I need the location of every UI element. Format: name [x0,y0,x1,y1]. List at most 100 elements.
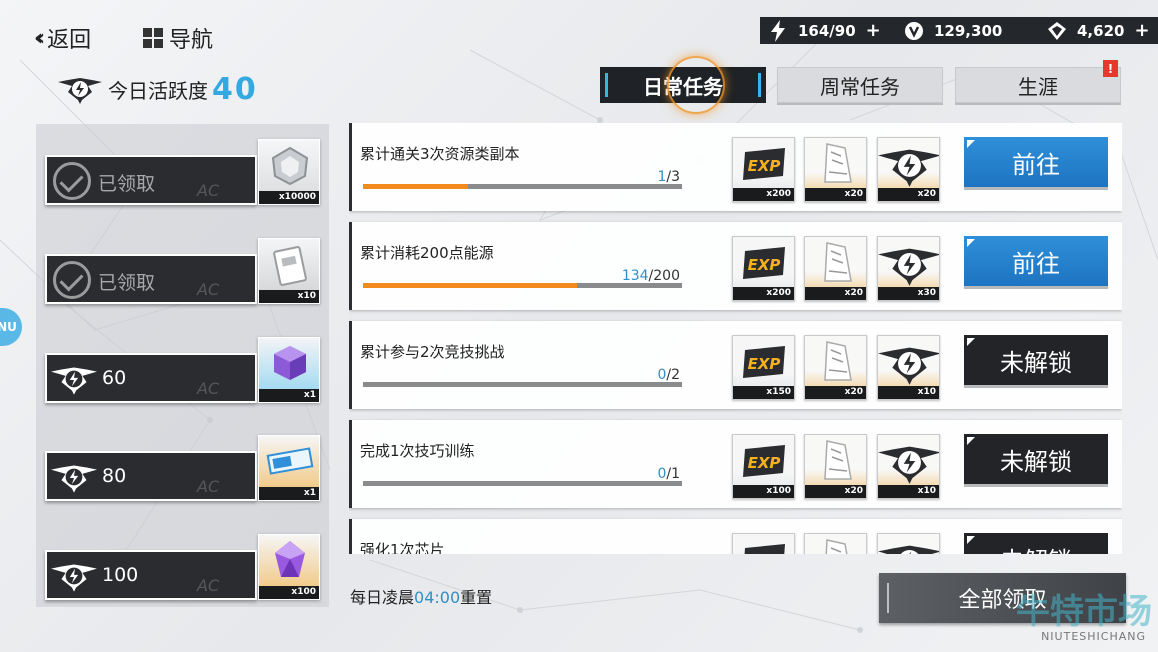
exp-card-icon[interactable]: EXP x200 [732,137,795,202]
exp-card-icon[interactable]: EXP [732,533,795,554]
chip-card-icon[interactable]: x20 [804,335,867,400]
activity-wing-icon [51,465,97,493]
reward-qty: x20 [805,386,866,399]
energy-bolt-icon [768,19,788,42]
go-button[interactable]: 前往 [964,236,1108,286]
reward-qty: x10 [259,290,319,303]
back-button[interactable]: ‹‹ 返回 [34,22,91,54]
locked-button[interactable]: 未解锁 [964,434,1108,484]
reset-time: 04:00 [414,588,461,607]
milestone-claimed-label: 已领取 [98,173,156,195]
task-progress-bar [363,283,682,288]
locked-button[interactable]: 未解锁 [964,533,1108,554]
diamond-plus-button[interactable]: + [1134,20,1149,41]
reward-qty: x10 [878,386,939,399]
grid-icon [143,28,163,48]
task-progress-total: /3 [666,169,680,185]
chip-card-icon[interactable]: x20 [804,236,867,301]
watermark-subtext: NIUTESHICHANG [1041,630,1146,643]
activity-label: 今日活跃度 [108,79,208,103]
task-progress-current: 134 [621,268,649,284]
reset-prefix: 每日凌晨 [350,588,415,607]
task-progress-total: /200 [648,268,680,284]
energy-value: 164/90 [798,21,856,40]
activity-wing-icon[interactable]: x30 [877,236,940,301]
reset-notice: 每日凌晨04:00重置 [350,584,492,608]
reward-qty: x100 [259,586,319,599]
task-progress-total: /2 [666,367,680,383]
tab-career[interactable]: 生涯 ! [955,60,1121,103]
task-progress-fill [363,184,469,189]
reward-qty: x1 [259,487,319,500]
purple-crystal-icon[interactable]: x100 [258,534,320,600]
locked-button[interactable]: 未解锁 [964,335,1108,385]
task-row: 累计参与2次竞技挑战 0/2 EXP x150 x20 x10 未解锁 [349,321,1122,409]
nav-button[interactable]: 导航 [143,22,213,54]
reward-qty: x200 [733,287,794,300]
tutorial-highlight-ring [667,56,725,114]
task-row: 强化1次芯片 EXP 未解锁 [349,519,1122,554]
task-progress-fill [363,283,577,288]
milestone-bar: 80 AC [45,451,257,501]
energy-plus-button[interactable]: + [866,20,881,41]
reward-qty: x20 [805,287,866,300]
task-list[interactable]: 累计通关3次资源类副本 1/3 EXP x200 x20 x20 前往 累计消耗200点能源 1… [349,123,1122,554]
milestone-item[interactable]: 已领取 AC x10 [45,238,321,304]
silver-medal-icon[interactable]: x10000 [258,139,320,205]
tab-weekly[interactable]: 周常任务 [777,67,943,103]
check-circle-icon [53,162,91,200]
coin-counter[interactable]: 129,300 [896,17,1039,44]
ticket-icon[interactable]: x1 [258,435,320,501]
milestone-item[interactable]: 已领取 AC x10000 [45,139,321,205]
task-title: 强化1次芯片 [360,541,445,554]
milestone-bar: 60 AC [45,353,257,403]
diamond-counter[interactable]: 4,620 + [1039,17,1158,44]
reward-qty: x20 [805,485,866,498]
milestone-item[interactable]: 80 AC x1 [45,435,321,501]
milestone-item[interactable]: 100 AC x100 [45,534,321,600]
exp-card-icon[interactable]: EXP x100 [732,434,795,499]
svg-text:EXP: EXP [748,454,781,472]
energy-counter[interactable]: 164/90 + [760,17,900,44]
reward-qty: x20 [878,188,939,201]
task-row: 完成1次技巧训练 0/1 EXP x100 x20 x10 未解锁 [349,420,1122,508]
double-chevron-left-icon: ‹‹ [34,25,45,51]
activity-value: 40 [212,72,258,107]
back-label: 返回 [47,28,92,53]
task-progress-bar [363,481,682,486]
activity-wing-icon[interactable]: x20 [877,137,940,202]
task-progress-total: /1 [666,466,680,482]
purple-cube-icon[interactable]: x1 [258,337,320,403]
chip-card-icon[interactable] [804,533,867,554]
card-item-icon[interactable]: x10 [258,238,320,304]
exp-card-icon[interactable]: EXP x150 [732,335,795,400]
milestone-ghost-text: AC [197,477,220,496]
activity-wing-icon[interactable]: x10 [877,434,940,499]
milestone-ghost-text: AC [197,181,220,200]
go-button[interactable]: 前往 [964,137,1108,187]
task-progress-count: 134/200 [622,268,680,284]
activity-wing-icon[interactable]: x10 [877,335,940,400]
milestone-ghost-text: AC [197,379,220,398]
activity-wing-icon [51,564,97,592]
milestone-ghost-text: AC [197,280,220,299]
reward-qty: x10 [878,485,939,498]
notification-badge: ! [1103,60,1118,77]
milestone-item[interactable]: 60 AC x1 [45,337,321,403]
nav-label: 导航 [169,28,214,53]
chip-card-icon[interactable]: x20 [804,434,867,499]
milestone-claimed-label: 已领取 [98,272,156,294]
activity-summary: 今日活跃度 40 [58,72,258,107]
activity-wing-icon[interactable] [877,533,940,554]
exp-card-icon[interactable]: EXP x200 [732,236,795,301]
task-progress-count: 1/3 [657,169,680,185]
milestone-points: 60 [102,367,127,389]
task-row: 累计消耗200点能源 134/200 EXP x200 x20 x30 前往 [349,222,1122,310]
reward-qty: x1 [259,389,319,402]
diamond-value: 4,620 [1077,21,1125,40]
milestone-points: 100 [102,564,139,586]
watermark-text: 牛特市场 [1016,592,1152,632]
task-row: 累计通关3次资源类副本 1/3 EXP x200 x20 x20 前往 [349,123,1122,211]
chip-card-icon[interactable]: x20 [804,137,867,202]
svg-text:EXP: EXP [748,157,781,175]
